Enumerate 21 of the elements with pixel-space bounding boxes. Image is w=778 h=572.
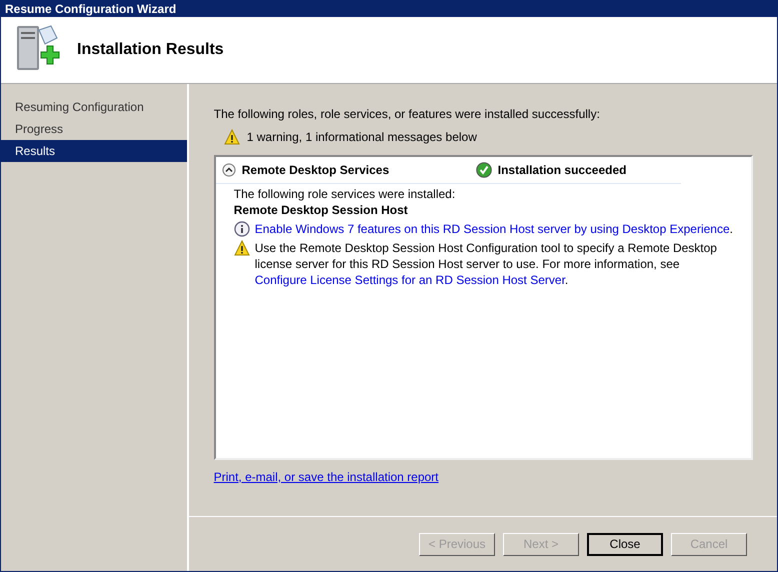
role-name: Remote Desktop Services — [242, 163, 390, 177]
sidebar-item[interactable]: Resuming Configuration — [1, 96, 187, 118]
help-link[interactable]: Configure License Settings for an RD Session Host Server — [254, 273, 565, 287]
report-link[interactable]: Print, e-mail, or save the installation report — [214, 470, 439, 484]
window-title: Resume Configuration Wizard — [5, 2, 176, 16]
message-text: Enable Windows 7 features on this RD Session Host server by using Desktop Experience. — [254, 221, 733, 237]
service-name: Remote Desktop Session Host — [234, 203, 409, 217]
warning-icon — [224, 129, 240, 145]
message-text: Use the Remote Desktop Session Host Configuration tool to specify a Remote Desktop license server for this RD Session Host server to use. For more information, see Configure License Settings for an RD Session Host Server. — [254, 240, 718, 288]
subtitle-text: The following role services were installed: — [234, 187, 456, 201]
info-icon — [234, 221, 250, 237]
page-title: Installation Results — [77, 41, 224, 59]
status-text: Installation succeeded — [498, 163, 626, 177]
sidebar-item[interactable]: Results — [1, 140, 187, 162]
collapse-icon[interactable] — [222, 163, 236, 177]
wizard-button[interactable]: Close — [587, 532, 663, 556]
summary-text: 1 warning, 1 informational messages below — [246, 130, 477, 144]
warning-icon — [234, 240, 250, 256]
sidebar-item[interactable]: Progress — [1, 118, 187, 140]
help-link[interactable]: Enable Windows 7 features on this RD Session Host server by using Desktop Experience — [254, 222, 730, 236]
intro-text: The following roles, role services, or features were installed successfully: — [214, 107, 601, 121]
